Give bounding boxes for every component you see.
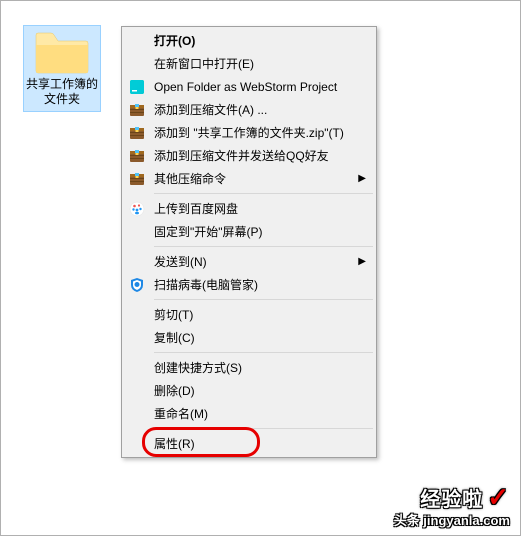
menu-separator: [154, 428, 373, 429]
archive-qq-icon: [128, 147, 146, 165]
menu-item-label: 上传到百度网盘: [154, 200, 366, 217]
menu-item[interactable]: 其他压缩命令▶: [124, 167, 374, 190]
menu-item-label: 删除(D): [154, 382, 366, 399]
archive-other-icon: [128, 170, 146, 188]
archive-zip-icon: [128, 124, 146, 142]
blank-icon: [128, 329, 146, 347]
blank-icon: [128, 382, 146, 400]
menu-item-label: 扫描病毒(电脑管家): [154, 276, 366, 293]
menu-item-label: 其他压缩命令: [154, 170, 358, 187]
menu-item[interactable]: 在新窗口中打开(E): [124, 52, 374, 75]
qq-guard-icon: [128, 276, 146, 294]
menu-item[interactable]: 添加到压缩文件并发送给QQ好友: [124, 144, 374, 167]
menu-item-label: 重命名(M): [154, 405, 366, 422]
blank-icon: [128, 435, 146, 453]
menu-item-label: 添加到压缩文件(A) ...: [154, 101, 366, 118]
menu-item-label: 复制(C): [154, 329, 366, 346]
webstorm-icon: [128, 78, 146, 96]
menu-item-label: 剪切(T): [154, 306, 366, 323]
menu-item[interactable]: 重命名(M): [124, 402, 374, 425]
menu-item-label: 固定到"开始"屏幕(P): [154, 223, 366, 240]
menu-item[interactable]: 复制(C): [124, 326, 374, 349]
menu-item-label: 添加到压缩文件并发送给QQ好友: [154, 147, 366, 164]
menu-item[interactable]: 添加到压缩文件(A) ...: [124, 98, 374, 121]
blank-icon: [128, 32, 146, 50]
menu-item-label: 添加到 "共享工作簿的文件夹.zip"(T): [154, 124, 366, 141]
menu-item[interactable]: Open Folder as WebStorm Project: [124, 75, 374, 98]
menu-item[interactable]: 固定到"开始"屏幕(P): [124, 220, 374, 243]
menu-item-label: 创建快捷方式(S): [154, 359, 366, 376]
blank-icon: [128, 359, 146, 377]
menu-item-label: 在新窗口中打开(E): [154, 55, 366, 72]
folder-selected[interactable]: 共享工作簿的文件夹: [23, 25, 101, 112]
menu-item-label: Open Folder as WebStorm Project: [154, 80, 366, 94]
menu-item[interactable]: 打开(O): [124, 29, 374, 52]
watermark: 经验啦✓ 头条 jingyanla.com: [394, 482, 510, 529]
folder-label: 共享工作簿的文件夹: [24, 77, 100, 107]
menu-item[interactable]: 删除(D): [124, 379, 374, 402]
blank-icon: [128, 405, 146, 423]
folder-icon: [34, 29, 90, 75]
blank-icon: [128, 253, 146, 271]
blank-icon: [128, 306, 146, 324]
archive-icon: [128, 101, 146, 119]
baidu-icon: [128, 200, 146, 218]
desktop: 共享工作簿的文件夹 打开(O) 在新窗口中打开(E) Open Folder as …: [1, 1, 520, 535]
menu-item-label: 发送到(N): [154, 253, 358, 270]
menu-separator: [154, 299, 373, 300]
menu-item-label: 打开(O): [154, 32, 366, 49]
menu-separator: [154, 246, 373, 247]
menu-item[interactable]: 扫描病毒(电脑管家): [124, 273, 374, 296]
submenu-arrow-icon: ▶: [358, 173, 366, 184]
menu-item-label: 属性(R): [154, 435, 366, 452]
menu-separator: [154, 193, 373, 194]
submenu-arrow-icon: ▶: [358, 256, 366, 267]
menu-item[interactable]: 上传到百度网盘: [124, 197, 374, 220]
menu-item[interactable]: 发送到(N)▶: [124, 250, 374, 273]
blank-icon: [128, 55, 146, 73]
menu-item[interactable]: 剪切(T): [124, 303, 374, 326]
context-menu: 打开(O) 在新窗口中打开(E) Open Folder as WebStorm P…: [121, 26, 377, 458]
menu-item[interactable]: 创建快捷方式(S): [124, 356, 374, 379]
menu-item[interactable]: 添加到 "共享工作簿的文件夹.zip"(T): [124, 121, 374, 144]
menu-separator: [154, 352, 373, 353]
check-icon: ✓: [487, 482, 510, 512]
menu-item[interactable]: 属性(R): [124, 432, 374, 455]
blank-icon: [128, 223, 146, 241]
